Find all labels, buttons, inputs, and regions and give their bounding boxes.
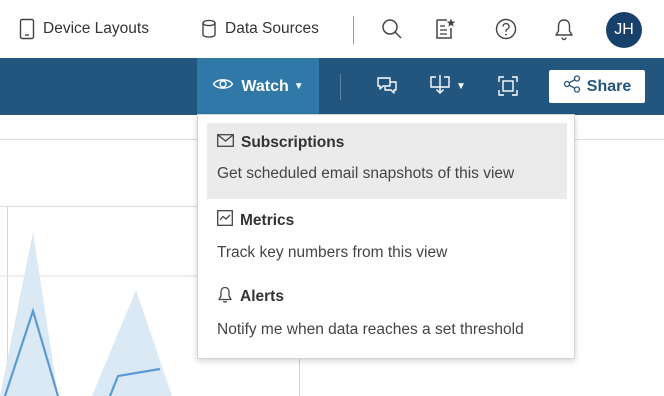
envelope-icon bbox=[217, 134, 234, 152]
download-icon bbox=[428, 72, 452, 101]
bell-icon bbox=[217, 286, 233, 308]
share-icon bbox=[563, 75, 581, 98]
chevron-down-icon: ▼ bbox=[293, 81, 304, 92]
user-avatar[interactable]: JH bbox=[606, 12, 642, 48]
device-layouts-label: Device Layouts bbox=[43, 20, 149, 37]
view-toolbar: Watch ▼ ▼ Share bbox=[0, 58, 664, 115]
menu-item-description: Get scheduled email snapshots of this vi… bbox=[217, 165, 515, 182]
eye-icon bbox=[212, 77, 234, 96]
data-sources-label: Data Sources bbox=[225, 20, 319, 37]
watch-button[interactable]: Watch ▼ bbox=[197, 58, 319, 115]
favorites-icon[interactable] bbox=[433, 17, 457, 41]
toolbar-divider bbox=[340, 74, 341, 100]
download-button[interactable]: ▼ bbox=[428, 74, 466, 98]
fullscreen-icon[interactable] bbox=[496, 74, 520, 98]
avatar-initials: JH bbox=[614, 21, 634, 38]
device-layouts-button[interactable]: Device Layouts bbox=[19, 0, 149, 58]
notifications-bell-icon[interactable] bbox=[552, 17, 576, 41]
device-icon bbox=[19, 18, 35, 40]
database-icon bbox=[201, 19, 217, 39]
search-icon[interactable] bbox=[380, 17, 404, 41]
menu-item-metrics[interactable]: Metrics Track key numbers from this view bbox=[207, 199, 567, 275]
watch-menu: Subscriptions Get scheduled email snapsh… bbox=[197, 114, 575, 359]
share-label: Share bbox=[586, 77, 632, 95]
comments-icon[interactable] bbox=[375, 74, 399, 98]
top-bar: Device Layouts Data Sources JH bbox=[0, 0, 664, 58]
menu-item-alerts[interactable]: Alerts Notify me when data reaches a set… bbox=[207, 275, 567, 351]
menu-item-title: Alerts bbox=[240, 288, 284, 305]
menu-item-description: Notify me when data reaches a set thresh… bbox=[217, 321, 524, 338]
chevron-down-icon: ▼ bbox=[456, 80, 466, 92]
header-divider bbox=[353, 16, 354, 44]
menu-item-description: Track key numbers from this view bbox=[217, 244, 448, 261]
menu-item-title: Metrics bbox=[240, 211, 295, 229]
menu-item-subscriptions[interactable]: Subscriptions Get scheduled email snapsh… bbox=[207, 123, 567, 199]
help-icon[interactable] bbox=[494, 17, 518, 41]
watch-label: Watch bbox=[241, 77, 289, 95]
share-button[interactable]: Share bbox=[549, 70, 645, 103]
metrics-icon bbox=[217, 210, 233, 231]
data-sources-button[interactable]: Data Sources bbox=[201, 0, 319, 58]
menu-item-title: Subscriptions bbox=[241, 134, 345, 151]
